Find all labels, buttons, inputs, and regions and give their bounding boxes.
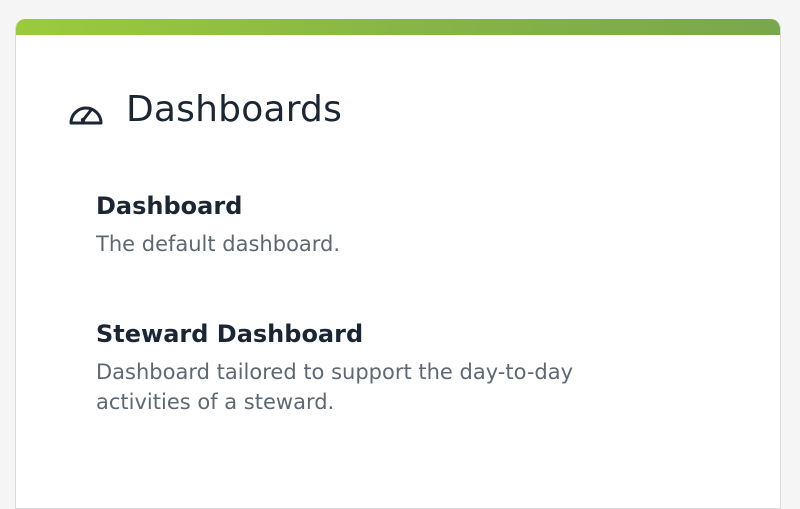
accent-bar xyxy=(16,19,780,35)
dashboard-item-steward[interactable]: Steward Dashboard Dashboard tailored to … xyxy=(96,319,656,417)
card-header: Dashboards xyxy=(67,89,342,130)
dashboard-item-description: The default dashboard. xyxy=(96,232,341,256)
dashboard-item-description: Dashboard tailored to support the day-to… xyxy=(96,360,574,414)
dashboard-item-title[interactable]: Dashboard xyxy=(96,191,656,221)
dashboard-item-default[interactable]: Dashboard The default dashboard. xyxy=(96,191,656,259)
dashboards-card: Dashboards Dashboard The default dashboa… xyxy=(15,19,781,509)
gauge-icon xyxy=(67,95,105,127)
dashboard-item-title[interactable]: Steward Dashboard xyxy=(96,319,656,349)
page-title: Dashboards xyxy=(126,89,343,130)
